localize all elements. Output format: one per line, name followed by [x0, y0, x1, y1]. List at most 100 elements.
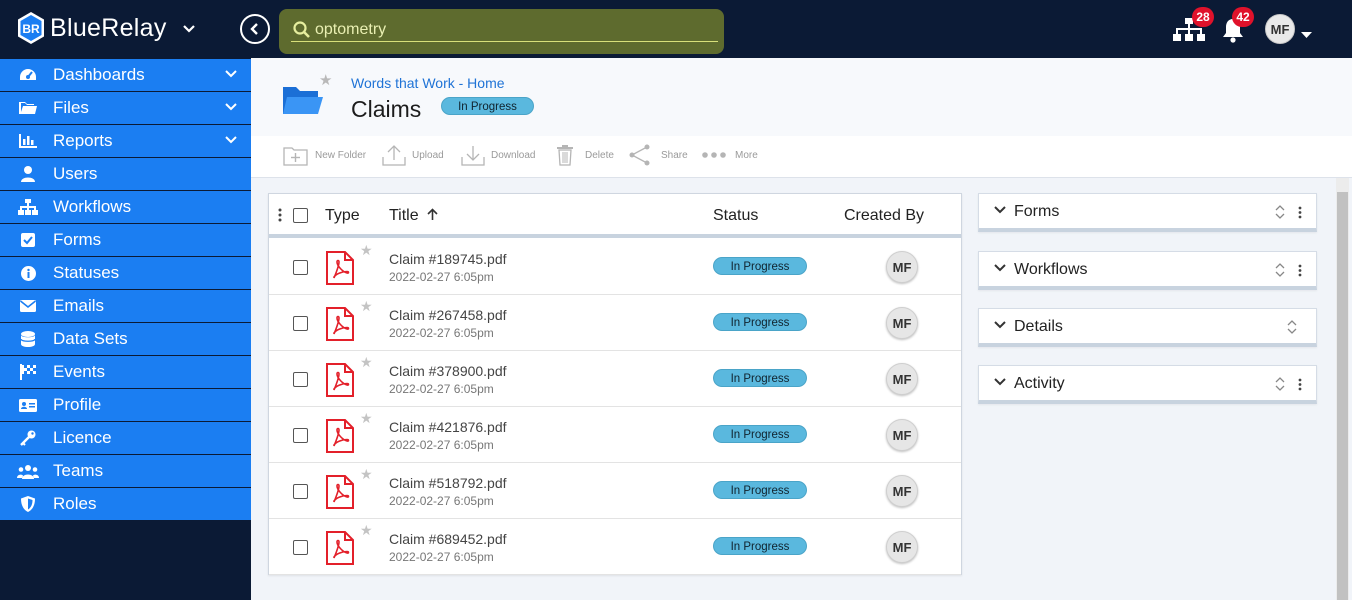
sidebar-item-events[interactable]: Events [0, 356, 251, 388]
panel-workflows[interactable]: Workflows [978, 251, 1317, 290]
app-logo[interactable]: BR BlueRelay [16, 11, 167, 45]
sidebar-item-label: Workflows [53, 197, 132, 216]
chevron-left-icon [250, 23, 258, 35]
more-button[interactable]: More [702, 144, 758, 166]
table-row[interactable]: ★ Claim #689452.pdf 2022-02-27 6:05pm In Pr… [269, 519, 961, 575]
share-icon [629, 144, 650, 166]
file-title[interactable]: Claim #689452.pdf [389, 531, 507, 547]
favourite-star-icon[interactable]: ★ [360, 522, 373, 539]
sidebar-item-roles[interactable]: Roles [0, 488, 251, 520]
user-menu-caret-icon[interactable] [1301, 26, 1312, 44]
row-checkbox[interactable] [293, 540, 308, 555]
avatar[interactable]: MF [886, 251, 918, 283]
row-checkbox[interactable] [293, 316, 308, 331]
user-menu-button[interactable]: MF [1265, 14, 1295, 44]
sidebar-item-dashboards[interactable]: Dashboards [0, 59, 251, 91]
table-row[interactable]: ★ Claim #518792.pdf 2022-02-27 6:05pm In Pr… [269, 463, 961, 519]
database-icon [16, 331, 40, 347]
table-row[interactable]: ★ Claim #378900.pdf 2022-02-27 6:05pm In Pr… [269, 351, 961, 407]
checkbox-icon [16, 233, 40, 247]
reorder-icon[interactable] [1274, 204, 1286, 220]
sidebar-item-workflows[interactable]: Workflows [0, 191, 251, 223]
more-horizontal-icon [702, 152, 726, 158]
page-title: Claims [351, 96, 422, 122]
share-button[interactable]: Share [629, 144, 688, 166]
download-button[interactable]: Download [461, 144, 535, 166]
file-title[interactable]: Claim #378900.pdf [389, 363, 507, 379]
column-menu-icon[interactable] [278, 208, 282, 222]
collapse-sidebar-button[interactable] [240, 14, 270, 44]
row-checkbox[interactable] [293, 484, 308, 499]
avatar[interactable]: MF [886, 363, 918, 395]
favourite-star-icon[interactable]: ★ [360, 242, 373, 259]
favourite-star-icon[interactable]: ★ [360, 466, 373, 483]
sidebar-item-teams[interactable]: Teams [0, 455, 251, 487]
sidebar-item-data-sets[interactable]: Data Sets [0, 323, 251, 355]
sidebar-item-reports[interactable]: Reports [0, 125, 251, 157]
avatar[interactable]: MF [886, 475, 918, 507]
panel-title: Activity [1014, 375, 1065, 392]
sidebar-item-users[interactable]: Users [0, 158, 251, 190]
sidebar-item-profile[interactable]: Profile [0, 389, 251, 421]
avatar[interactable]: MF [886, 307, 918, 339]
file-title[interactable]: Claim #518792.pdf [389, 475, 507, 491]
sidebar-item-label: Emails [53, 296, 105, 315]
status-badge: In Progress [713, 369, 807, 387]
row-checkbox[interactable] [293, 372, 308, 387]
delete-button[interactable]: Delete [556, 144, 614, 166]
table-row[interactable]: ★ Claim #189745.pdf 2022-02-27 6:05pm In Pr… [269, 239, 961, 295]
favourite-star-icon[interactable]: ★ [360, 354, 373, 371]
pdf-file-icon [326, 419, 354, 453]
kebab-menu-icon[interactable] [1298, 378, 1302, 391]
reorder-icon[interactable] [1274, 262, 1286, 278]
column-header-created-by[interactable]: Created By [844, 207, 924, 225]
panel-forms[interactable]: Forms [978, 193, 1317, 232]
kebab-menu-icon[interactable] [1298, 264, 1302, 277]
pdf-file-icon [326, 363, 354, 397]
column-header-type[interactable]: Type [325, 207, 360, 225]
sidebar-item-forms[interactable]: Forms [0, 224, 251, 256]
search-box[interactable] [279, 9, 724, 54]
favourite-star-icon[interactable]: ★ [360, 410, 373, 427]
panel-activity[interactable]: Activity [978, 365, 1317, 404]
gauge-icon [16, 67, 40, 83]
search-input[interactable] [315, 19, 715, 41]
table-row[interactable]: ★ Claim #267458.pdf 2022-02-27 6:05pm In Pr… [269, 295, 961, 351]
notification-count-badge: 42 [1232, 7, 1254, 27]
row-checkbox[interactable] [293, 260, 308, 275]
sidebar-item-statuses[interactable]: Statuses [0, 257, 251, 289]
avatar[interactable]: MF [886, 531, 918, 563]
search-underline [291, 41, 718, 42]
app-menu-chevron-icon[interactable] [182, 21, 196, 39]
main-content: ★ Words that Work - Home Claims In Progr… [251, 58, 1352, 600]
row-checkbox[interactable] [293, 428, 308, 443]
file-title[interactable]: Claim #189745.pdf [389, 251, 507, 267]
panel-title: Forms [1014, 203, 1060, 220]
favourite-star-icon[interactable]: ★ [360, 298, 373, 315]
scrollbar-thumb[interactable] [1337, 192, 1348, 600]
favourite-star-icon[interactable]: ★ [319, 71, 332, 89]
sidebar-item-files[interactable]: Files [0, 92, 251, 124]
users-icon [16, 464, 40, 479]
sidebar-item-label: Roles [53, 494, 97, 513]
select-all-checkbox[interactable] [293, 208, 308, 223]
new-folder-button[interactable]: New Folder [283, 144, 366, 166]
kebab-menu-icon[interactable] [1298, 206, 1302, 219]
file-date: 2022-02-27 6:05pm [389, 494, 494, 508]
sidebar-item-emails[interactable]: Emails [0, 290, 251, 322]
sidebar-item-licence[interactable]: Licence [0, 422, 251, 454]
column-header-title[interactable]: Title [389, 207, 438, 225]
file-title[interactable]: Claim #267458.pdf [389, 307, 507, 323]
table-row[interactable]: ★ Claim #421876.pdf 2022-02-27 6:05pm In Pr… [269, 407, 961, 463]
breadcrumb[interactable]: Words that Work - Home [351, 75, 505, 91]
upload-button[interactable]: Upload [382, 144, 444, 166]
panel-details[interactable]: Details [978, 308, 1317, 347]
column-header-status[interactable]: Status [713, 207, 758, 225]
avatar[interactable]: MF [886, 419, 918, 451]
logo-hex-icon: BR [16, 11, 46, 45]
reorder-icon[interactable] [1286, 319, 1298, 335]
file-title[interactable]: Claim #421876.pdf [389, 419, 507, 435]
id-card-icon [16, 398, 40, 412]
sidebar-item-label: Forms [53, 230, 102, 249]
reorder-icon[interactable] [1274, 376, 1286, 392]
